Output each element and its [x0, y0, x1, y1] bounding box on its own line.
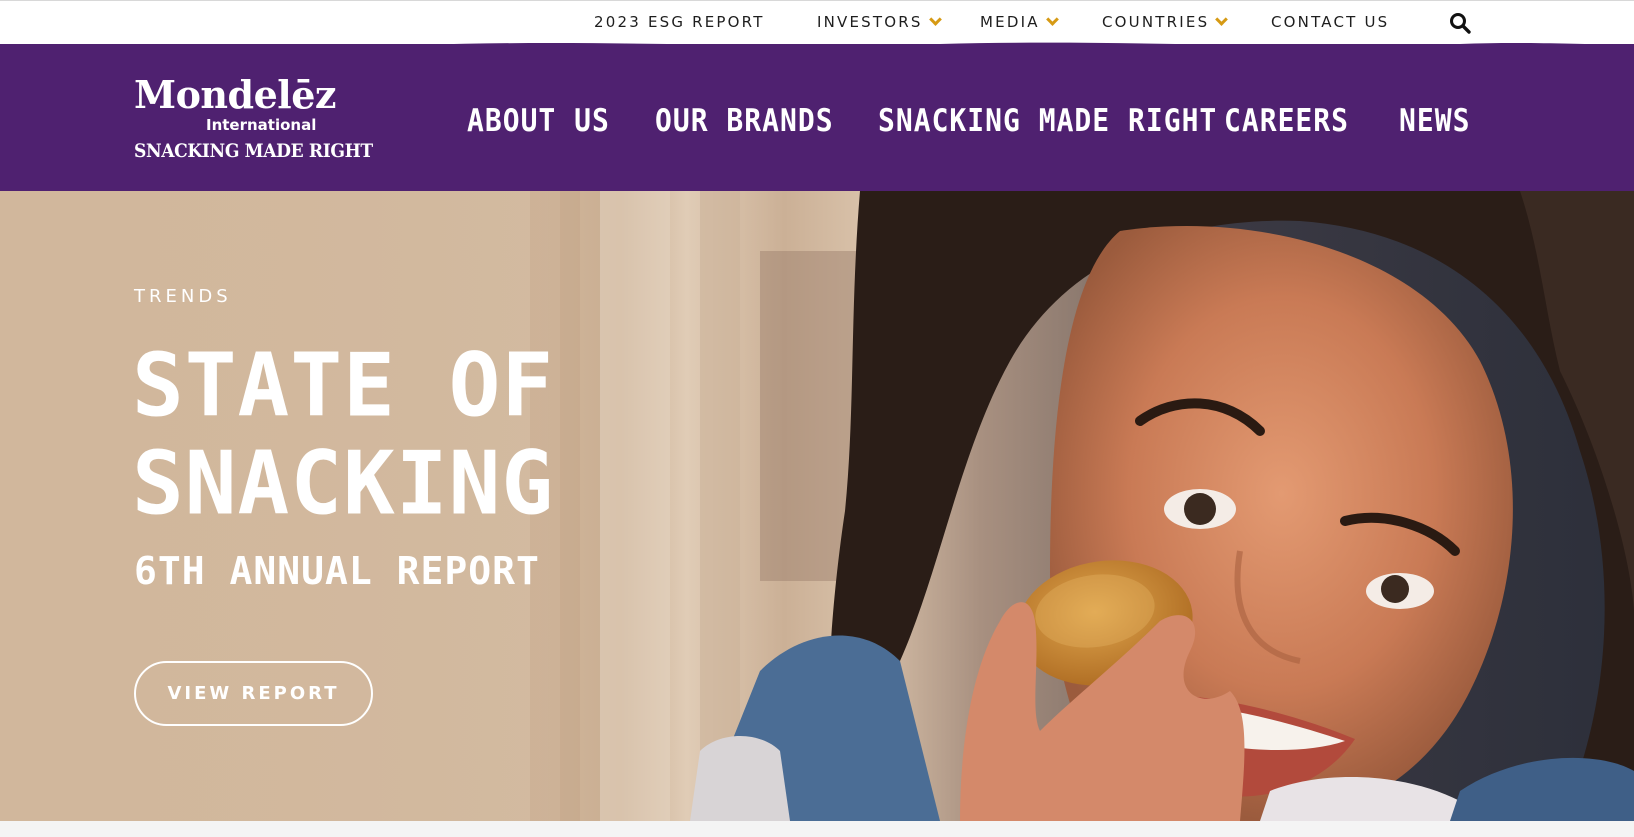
search-icon	[1450, 13, 1471, 34]
hero-subhead: 6TH ANNUAL REPORT	[134, 549, 540, 593]
logo-subtitle: International	[206, 116, 317, 134]
chevron-down-icon	[1215, 13, 1229, 26]
logo-wordmark: Mondelēz	[134, 72, 336, 117]
hero-kicker: TRENDS	[134, 286, 232, 307]
nav-wave-edge	[0, 42, 1634, 54]
countries-menu[interactable]: COUNTRIES	[1102, 13, 1229, 31]
investors-label: INVESTORS	[817, 13, 923, 31]
search-button[interactable]	[1448, 11, 1472, 35]
mondelez-logo[interactable]: Mondelēz International SNACKING MADE RIG…	[134, 76, 373, 166]
media-label: MEDIA	[980, 13, 1040, 31]
nav-snacking-made-right[interactable]: SNACKING MADE RIGHT	[878, 102, 1217, 139]
nav-careers[interactable]: CAREERS	[1224, 102, 1349, 139]
esg-report-link[interactable]: 2023 ESG REPORT	[594, 13, 765, 31]
nav-our-brands[interactable]: OUR BRANDS	[655, 102, 834, 139]
hero-banner: TRENDS STATE OF SNACKING 6TH ANNUAL REPO…	[0, 191, 1634, 821]
countries-label: COUNTRIES	[1102, 13, 1210, 31]
nav-about-us[interactable]: ABOUT US	[467, 102, 610, 139]
investors-menu[interactable]: INVESTORS	[817, 13, 942, 31]
logo-tagline: SNACKING MADE RIGHT	[134, 140, 373, 162]
chevron-down-icon	[1045, 13, 1059, 26]
chevron-down-icon	[928, 13, 942, 26]
media-menu[interactable]: MEDIA	[980, 13, 1059, 31]
view-report-button[interactable]: VIEW REPORT	[134, 661, 373, 726]
nav-news[interactable]: NEWS	[1399, 102, 1470, 139]
hero-headline: STATE OF SNACKING	[132, 335, 555, 535]
contact-us-link[interactable]: CONTACT US	[1271, 13, 1389, 31]
